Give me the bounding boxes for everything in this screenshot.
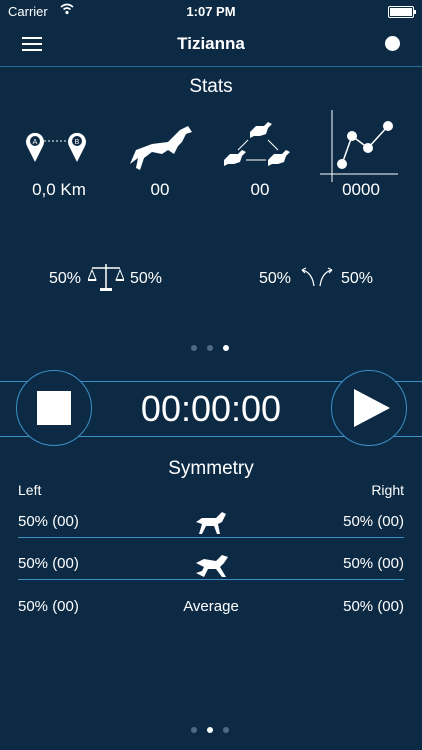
transitions-value: 00	[250, 180, 270, 199]
balance-left-value: 50%	[49, 270, 82, 287]
scale-icon	[87, 262, 125, 297]
navigation-bar: Tizianna	[0, 22, 422, 67]
jumping-horse-icon	[122, 120, 194, 179]
page-dot[interactable]	[207, 727, 213, 733]
distance-icon: A B	[22, 126, 92, 171]
page-dot[interactable]	[191, 345, 197, 351]
symmetry-title: Symmetry	[168, 458, 254, 479]
page-dot[interactable]	[223, 727, 229, 733]
page-dot[interactable]	[207, 345, 213, 351]
stats-title: Stats	[189, 76, 233, 97]
svg-text:A: A	[33, 139, 38, 146]
stats-pager[interactable]	[191, 345, 229, 351]
cantering-horse-icon	[194, 553, 230, 586]
gait-transitions-icon	[220, 118, 296, 175]
page-dot[interactable]	[191, 727, 197, 733]
turn-arrows-icon	[298, 266, 336, 293]
distance-value: 0,0 Km	[32, 180, 86, 199]
left-label: Left	[18, 482, 42, 498]
trot-left-value: 50% (00)	[18, 513, 79, 530]
status-bar: Carrier 1:07 PM	[0, 0, 422, 22]
balance-right-value: 50%	[130, 270, 163, 287]
canter-right-value: 50% (00)	[343, 555, 404, 572]
nav-title: Tizianna	[177, 34, 245, 53]
canter-left-value: 50% (00)	[18, 555, 79, 572]
battery-icon	[388, 6, 416, 18]
right-label: Right	[371, 482, 404, 498]
symmetry-pager[interactable]	[191, 727, 229, 733]
turn-left-value: 50%	[259, 270, 292, 287]
line-chart-icon	[320, 110, 398, 187]
turn-right-value: 50%	[341, 270, 374, 287]
points-value: 0000	[342, 180, 380, 199]
average-right-value: 50% (00)	[343, 598, 404, 615]
play-button[interactable]	[331, 370, 407, 446]
status-dot-button[interactable]	[385, 36, 400, 51]
divider	[18, 579, 404, 580]
jumps-value: 00	[150, 180, 170, 199]
trot-right-value: 50% (00)	[343, 513, 404, 530]
status-time: 1:07 PM	[186, 4, 236, 19]
svg-text:B: B	[75, 139, 80, 146]
divider	[18, 537, 404, 538]
play-icon	[354, 389, 390, 427]
page-dot[interactable]	[223, 345, 229, 351]
